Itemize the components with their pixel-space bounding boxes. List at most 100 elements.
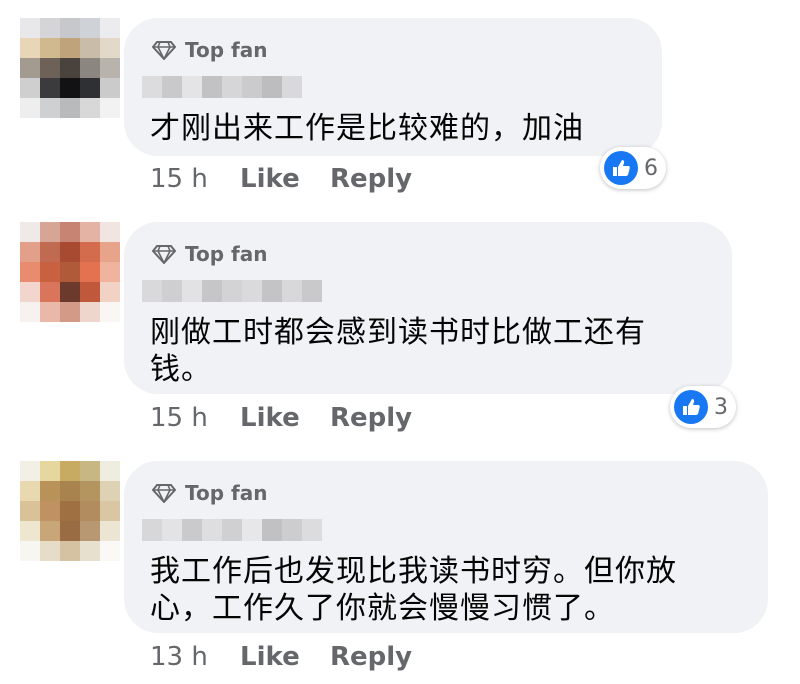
avatar-pixel xyxy=(60,222,80,242)
avatar-pixel xyxy=(60,461,80,481)
avatar-pixel xyxy=(20,501,40,521)
avatar-pixel xyxy=(40,481,60,501)
author-name-blurred[interactable] xyxy=(142,519,322,541)
comment-bubble: Top fan 才刚出来工作是比较难的，加油 xyxy=(124,18,662,156)
avatar-pixel xyxy=(100,58,120,78)
avatar-pixel xyxy=(100,38,120,58)
comment-text: 我工作后也发现比我读书时穷。但你放 心，工作久了你就会慢慢习惯了。 xyxy=(150,554,677,626)
avatar-pixel xyxy=(40,38,60,58)
avatar-pixel xyxy=(100,521,120,541)
diamond-icon xyxy=(152,41,176,60)
avatar-pixel xyxy=(80,38,100,58)
reply-button[interactable]: Reply xyxy=(330,403,412,433)
avatar-pixel xyxy=(20,242,40,262)
avatar-pixel xyxy=(80,242,100,262)
reply-button[interactable]: Reply xyxy=(330,164,412,194)
diamond-icon xyxy=(152,245,176,264)
avatar-pixel xyxy=(60,242,80,262)
badge-label: Top fan xyxy=(185,481,268,505)
avatar-pixel xyxy=(60,98,80,118)
avatar-pixel xyxy=(20,302,40,322)
avatar-pixel xyxy=(40,78,60,98)
avatar-pixel xyxy=(20,58,40,78)
like-reaction-icon xyxy=(674,390,708,424)
avatar-pixel xyxy=(40,242,60,262)
comment-text: 才刚出来工作是比较难的，加油 xyxy=(150,111,584,146)
avatar-pixel xyxy=(20,38,40,58)
avatar-pixel xyxy=(100,78,120,98)
avatar-pixel xyxy=(60,38,80,58)
avatar[interactable] xyxy=(20,222,120,322)
avatar-pixel xyxy=(40,461,60,481)
avatar-pixel xyxy=(60,58,80,78)
badge-label: Top fan xyxy=(185,242,268,266)
avatar-pixel xyxy=(40,282,60,302)
avatar[interactable] xyxy=(20,18,120,118)
avatar-pixel xyxy=(100,262,120,282)
comment-bubble: Top fan 我工作后也发现比我读书时穷。但你放 心，工作久了你就会慢慢习惯了… xyxy=(124,461,768,633)
avatar-pixel xyxy=(40,18,60,38)
avatar-pixel xyxy=(60,541,80,561)
avatar-pixel xyxy=(20,521,40,541)
reaction-summary[interactable]: 3 xyxy=(670,386,736,428)
top-fan-badge: Top fan xyxy=(152,38,267,62)
top-fan-badge: Top fan xyxy=(152,242,267,266)
avatar-pixel xyxy=(40,521,60,541)
avatar-pixel xyxy=(80,98,100,118)
avatar-pixel xyxy=(20,262,40,282)
like-reaction-icon xyxy=(604,151,638,185)
avatar-pixel xyxy=(60,521,80,541)
comment-actions: 13 h Like Reply xyxy=(150,642,412,672)
comment-bubble: Top fan 刚做工时都会感到读书时比做工还有 钱。 xyxy=(124,222,732,394)
author-name-blurred[interactable] xyxy=(142,280,322,302)
avatar-pixel xyxy=(80,262,100,282)
avatar-pixel xyxy=(80,501,100,521)
like-button[interactable]: Like xyxy=(240,642,330,672)
avatar-pixel xyxy=(100,501,120,521)
avatar-pixel xyxy=(60,302,80,322)
avatar-pixel xyxy=(60,282,80,302)
avatar-pixel xyxy=(80,521,100,541)
avatar-pixel xyxy=(80,282,100,302)
avatar-pixel xyxy=(80,222,100,242)
avatar-pixel xyxy=(20,282,40,302)
avatar-pixel xyxy=(20,481,40,501)
avatar-pixel xyxy=(100,18,120,38)
like-button[interactable]: Like xyxy=(240,164,330,194)
timestamp[interactable]: 15 h xyxy=(150,164,240,194)
author-name-blurred[interactable] xyxy=(142,76,302,98)
like-button[interactable]: Like xyxy=(240,403,330,433)
avatar-pixel xyxy=(40,541,60,561)
avatar-pixel xyxy=(100,222,120,242)
comment-actions: 15 h Like Reply xyxy=(150,164,412,194)
avatar-pixel xyxy=(20,222,40,242)
avatar-pixel xyxy=(80,58,100,78)
avatar-pixel xyxy=(60,481,80,501)
avatar-pixel xyxy=(100,481,120,501)
timestamp[interactable]: 15 h xyxy=(150,403,240,433)
reaction-count: 6 xyxy=(644,155,658,181)
avatar-pixel xyxy=(40,98,60,118)
avatar-pixel xyxy=(60,262,80,282)
avatar-pixel xyxy=(60,501,80,521)
avatar-pixel xyxy=(20,98,40,118)
avatar-pixel xyxy=(20,541,40,561)
comment-actions: 15 h Like Reply xyxy=(150,403,412,433)
badge-label: Top fan xyxy=(185,38,268,62)
avatar-pixel xyxy=(20,461,40,481)
avatar-pixel xyxy=(100,282,120,302)
timestamp[interactable]: 13 h xyxy=(150,642,240,672)
avatar-pixel xyxy=(100,302,120,322)
avatar-pixel xyxy=(20,78,40,98)
avatar-pixel xyxy=(100,541,120,561)
avatar-pixel xyxy=(60,18,80,38)
avatar-pixel xyxy=(80,302,100,322)
avatar-pixel xyxy=(40,58,60,78)
avatar-pixel xyxy=(40,501,60,521)
avatar-pixel xyxy=(20,18,40,38)
avatar-pixel xyxy=(100,98,120,118)
reaction-summary[interactable]: 6 xyxy=(600,147,666,189)
avatar[interactable] xyxy=(20,461,120,561)
avatar-pixel xyxy=(40,262,60,282)
reply-button[interactable]: Reply xyxy=(330,642,412,672)
